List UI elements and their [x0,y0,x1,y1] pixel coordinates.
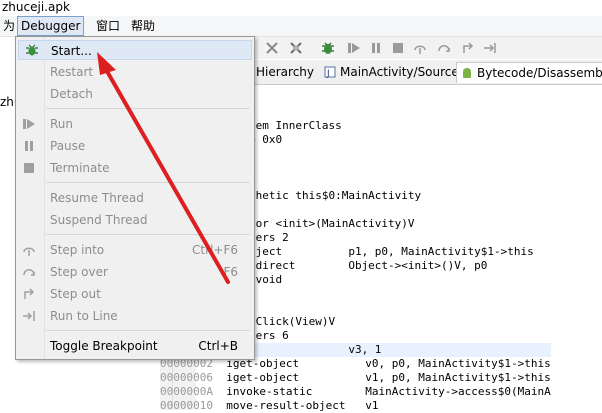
menu-item-label: Suspend Thread [50,213,148,227]
menu-item-step-over[interactable]: Step over F6 [16,262,254,282]
step-into-icon [23,247,35,256]
menu-item-label: Run to Line [50,309,118,323]
menu-item-shortcut: Ctrl+F6 [192,243,238,257]
toolbar-bug-icon[interactable] [320,40,336,56]
menu-item-label: Step into [50,243,105,257]
java-file-icon: J [324,66,336,78]
toolbar-step-into-icon[interactable] [412,40,428,56]
code-line-text: iget-object v1, p0, MainActivity$1->this [212,371,551,384]
step-over-icon [23,269,35,276]
pause-icon [25,141,33,151]
menu-item-label: Detach [50,87,93,101]
toolbar-close-icon[interactable] [264,40,280,56]
menu-item-label: Step out [50,287,101,301]
code-line-address: 00000006 [160,371,213,384]
menu-item-toggle-breakpoint[interactable]: Toggle Breakpoint Ctrl+B [16,336,254,356]
menu-item-label: Start... [51,44,92,58]
run-icon [23,119,35,129]
tab-hierarchy[interactable]: Hierarchy [252,62,314,82]
code-line: 00000010 move-result-object v1 [160,399,551,413]
menu-item-label: Resume Thread [50,191,144,205]
menu-item-terminate[interactable]: Terminate [16,158,254,178]
menu-item-help[interactable]: 帮助 [128,17,158,35]
menu-item-restart[interactable]: Restart [16,62,254,82]
menu-item-resume-thread[interactable]: Resume Thread [16,188,254,208]
window-title: zhuceji.apk [2,0,70,14]
tab-label: Hierarchy [256,65,315,79]
menu-separator [46,108,250,109]
android-icon [463,68,471,78]
tab-mainactivity-source[interactable]: J MainActivity/Source [320,62,459,82]
svg-text:J: J [326,69,330,78]
toolbar-run-icon[interactable] [346,40,362,56]
toolbar-crossed-icon[interactable] [288,40,304,56]
code-line-text: move-result-object v1 [212,399,379,412]
toolbar-pause-icon[interactable] [368,40,384,56]
code-line: 00000006 iget-object v1, p0, MainActivit… [160,371,551,385]
code-line-text: iget-object v0, p0, MainActivity$1->this [212,357,551,370]
run-to-line-icon [23,311,35,321]
toolbar-step-over-icon[interactable] [436,40,452,56]
menu-item-label: Run [50,117,74,131]
step-out-icon [24,288,35,299]
menu-item-label: Terminate [50,161,110,175]
menu-item-pause[interactable]: Pause [16,136,254,156]
menu-item-label: Restart [50,65,94,79]
menu-separator [46,182,250,183]
menu-separator [46,234,250,235]
window-titlebar: zhuceji.apk [0,0,602,16]
terminate-icon [24,163,34,173]
code-line: 0000000A invoke-static MainActivity->acc… [160,385,551,399]
menu-item-shortcut: Ctrl+B [198,339,238,353]
tab-label: Bytecode/Disassemb [477,66,602,80]
menu-item-detach[interactable]: Detach [16,84,254,104]
menu-item-start[interactable]: Start... [18,40,252,60]
menu-item-window[interactable]: 窗口 [93,17,123,35]
menu-item-suspend-thread[interactable]: Suspend Thread [16,210,254,230]
menu-separator [46,330,250,331]
menu-item-partial[interactable]: 为 [0,17,18,35]
menu-item-step-out[interactable]: Step out [16,284,254,304]
toolbar-run-to-line-icon[interactable] [482,40,498,56]
menu-item-run[interactable]: Run [16,114,254,134]
menu-item-label: Step over [50,265,108,279]
menu-item-debugger[interactable]: Debugger [17,16,85,36]
debugger-menu: Start... Restart Detach Run Pause Termin… [15,36,255,360]
toolbar-step-out-icon[interactable] [460,40,476,56]
menu-item-shortcut: F6 [223,265,238,279]
code-line-address: 0000000A [160,385,213,398]
bug-icon [26,44,38,56]
tab-label: MainActivity/Source [340,65,459,79]
menu-item-label: Toggle Breakpoint [50,339,158,353]
menu-item-run-to-line[interactable]: Run to Line [16,306,254,326]
tab-bytecode-disassembly[interactable]: Bytecode/Disassemb [456,62,602,83]
menu-item-step-into[interactable]: Step into Ctrl+F6 [16,240,254,260]
toolbar-terminate-icon[interactable] [390,40,406,56]
code-line-text: invoke-static MainActivity->access$0(Mai… [212,385,551,398]
menu-item-label: Pause [50,139,86,153]
code-line-address: 00000010 [160,399,213,412]
menubar: 为 Debugger 窗口 帮助 [0,16,602,37]
